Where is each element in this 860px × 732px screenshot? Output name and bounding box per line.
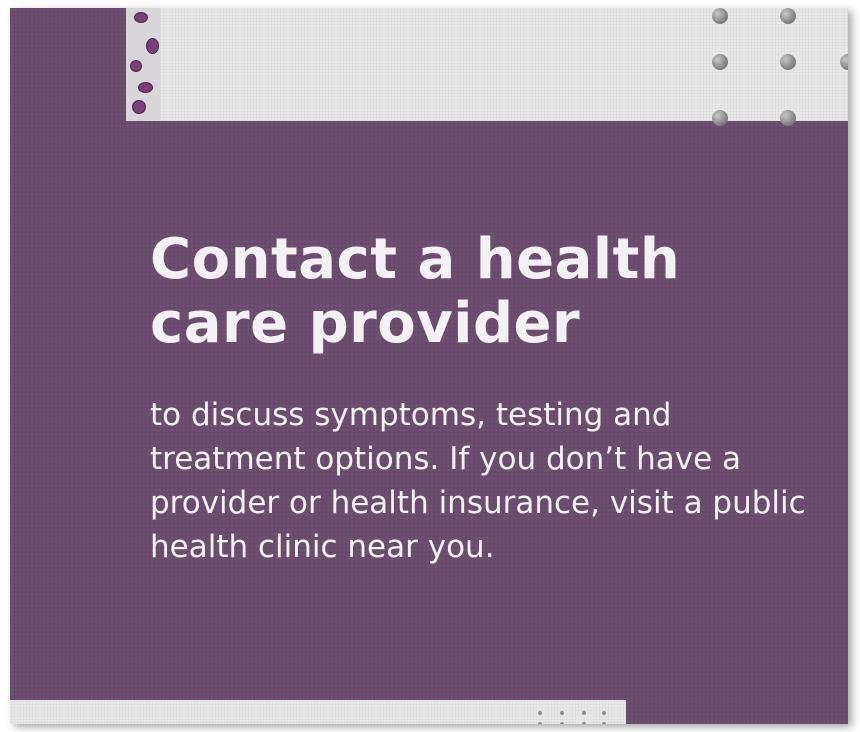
pattern-dot [712, 110, 728, 126]
pattern-dot [602, 711, 606, 715]
pattern-dot [780, 54, 796, 70]
pattern-dot [582, 722, 586, 724]
cell-shape [130, 60, 142, 72]
page: Contact a health care provider to discus… [0, 0, 860, 732]
pattern-dot [602, 722, 606, 724]
pattern-dot [538, 722, 542, 724]
microscope-cells-image [126, 8, 160, 121]
cell-shape [134, 12, 148, 23]
cell-shape [146, 38, 159, 54]
top-gray-panel [126, 8, 848, 121]
pattern-dot [582, 711, 586, 715]
pattern-dot [780, 8, 796, 24]
pattern-dot [538, 711, 542, 715]
bottom-gray-panel [10, 700, 626, 724]
pattern-dot [560, 711, 564, 715]
pattern-dot [712, 54, 728, 70]
cell-shape [132, 100, 146, 114]
pattern-dot [780, 110, 796, 126]
body-text: to discuss symptoms, testing and treatme… [150, 397, 806, 565]
poster-card: Contact a health care provider to discus… [10, 8, 848, 724]
cell-shape [138, 82, 153, 93]
headline: Contact a health care provider [150, 227, 681, 356]
pattern-dot [712, 8, 728, 24]
pattern-dot [560, 722, 564, 724]
